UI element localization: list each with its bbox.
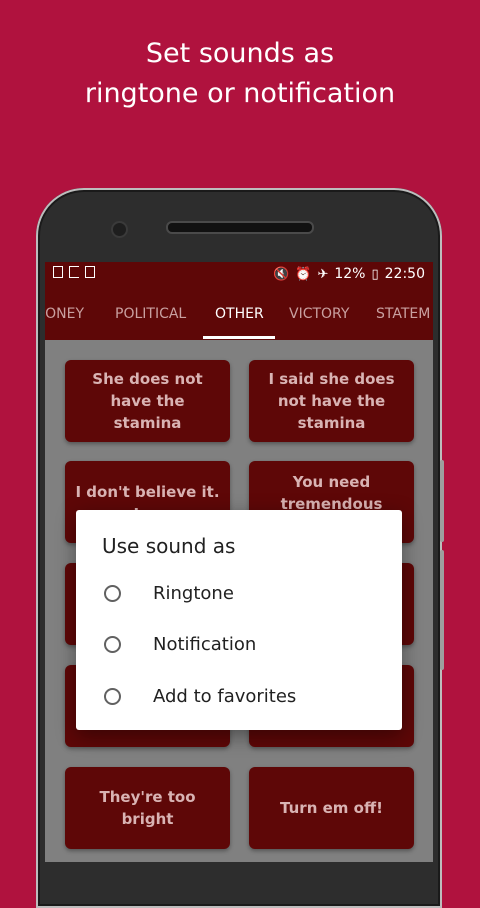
tab-victory[interactable]: VICTORY (289, 306, 349, 322)
image-icon (53, 266, 63, 278)
battery-icon: ▯ (371, 266, 379, 282)
alarm-icon: ⏰ (295, 266, 312, 282)
phone-icon (85, 266, 95, 278)
volume-button (440, 550, 444, 670)
cast-icon (69, 266, 79, 278)
promo-line-2: ringtone or notification (84, 78, 396, 109)
sound-card[interactable]: Turn em off! (249, 767, 414, 849)
speaker-grille (166, 221, 314, 234)
option-label: Add to favorites (153, 685, 297, 707)
option-notification[interactable]: Notification (104, 629, 256, 659)
battery-percent: 12% (334, 266, 366, 282)
radio-button-icon[interactable] (104, 584, 121, 602)
option-label: Ringtone (153, 582, 234, 604)
camera-icon (111, 221, 128, 238)
radio-button-icon[interactable] (104, 687, 121, 705)
power-button (440, 460, 444, 542)
mute-icon: 🔇 (273, 266, 290, 282)
tab-money[interactable]: IONEY (45, 306, 84, 322)
sound-card[interactable]: She does not have the stamina (65, 360, 230, 442)
tab-political[interactable]: POLITICAL (115, 306, 186, 322)
tab-statements[interactable]: STATEM (376, 306, 430, 322)
option-label: Notification (153, 633, 257, 655)
sound-card[interactable]: They're too bright (65, 767, 230, 849)
tab-indicator (203, 336, 275, 339)
sound-card[interactable]: I said she does not have the stamina (249, 360, 414, 442)
dialog-title: Use sound as (102, 534, 236, 558)
radio-button-icon[interactable] (104, 635, 121, 653)
clock: 22:50 (384, 266, 425, 282)
option-add-to-favorites[interactable]: Add to favorites (104, 681, 296, 711)
option-ringtone[interactable]: Ringtone (104, 578, 234, 608)
use-sound-dialog: Use sound as Ringtone Notification Add t… (76, 510, 402, 730)
airplane-icon: ✈ (317, 266, 329, 282)
promo-caption: Set sounds as ringtone or notification (0, 34, 480, 114)
category-tabs: IONEY POLITICAL OTHER VICTORY STATEM (45, 288, 433, 340)
tab-other[interactable]: OTHER (215, 306, 264, 322)
status-bar: 🔇 ⏰ ✈ 12% ▯ 22:50 (45, 262, 433, 288)
promo-line-1: Set sounds as (145, 38, 335, 69)
